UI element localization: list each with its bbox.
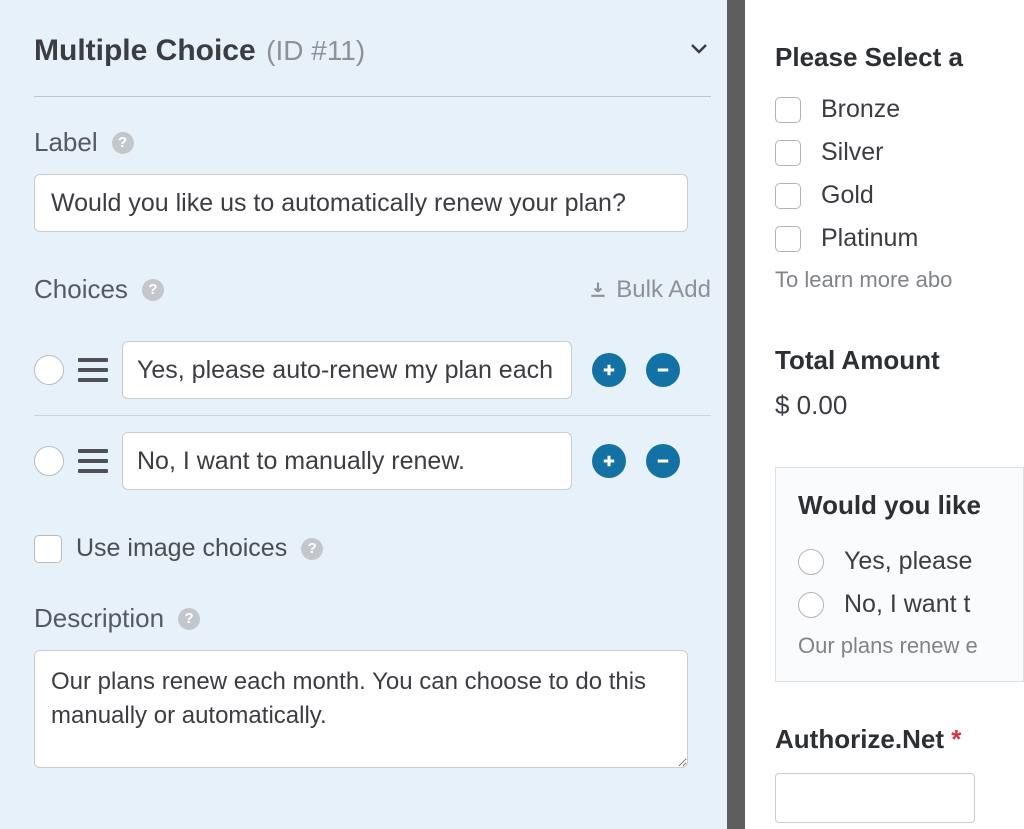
renew-option-label: No, I want t	[844, 590, 970, 619]
remove-choice-button[interactable]	[646, 353, 680, 387]
use-image-choices-checkbox[interactable]	[34, 535, 62, 563]
renew-radio[interactable]	[798, 592, 824, 618]
plan-hint-text: To learn more abo	[775, 267, 1024, 293]
plan-option-label: Bronze	[821, 95, 900, 124]
renew-hint-text: Our plans renew e	[798, 633, 1001, 659]
total-amount-block: Total Amount $ 0.00	[775, 345, 1024, 421]
choice-input[interactable]	[122, 432, 572, 490]
choices-section-header: Choices ? Bulk Add	[34, 274, 711, 305]
authorize-net-block: Authorize.Net *	[775, 724, 1024, 823]
choice-row	[34, 415, 711, 506]
total-amount-label: Total Amount	[775, 345, 1024, 376]
plan-checkbox[interactable]	[775, 140, 801, 166]
label-input[interactable]	[34, 174, 688, 232]
renew-option[interactable]: No, I want t	[798, 590, 1001, 619]
minus-icon	[654, 452, 672, 470]
renew-option-label: Yes, please	[844, 547, 972, 576]
renew-option[interactable]: Yes, please	[798, 547, 1001, 576]
remove-choice-button[interactable]	[646, 444, 680, 478]
plan-option[interactable]: Gold	[775, 181, 1024, 210]
field-title-row: Multiple Choice (ID #11)	[34, 34, 365, 68]
help-icon[interactable]: ?	[142, 279, 164, 301]
help-icon[interactable]: ?	[178, 608, 200, 630]
description-section: Description ?	[34, 603, 711, 773]
description-section-title: Description	[34, 603, 164, 634]
plan-checkbox[interactable]	[775, 183, 801, 209]
total-amount-value: $ 0.00	[775, 390, 1024, 421]
plus-icon	[600, 452, 618, 470]
renew-question-card: Would you like Yes, please No, I want t …	[775, 467, 1024, 682]
plan-checkbox[interactable]	[775, 97, 801, 123]
plan-option[interactable]: Platinum	[775, 224, 1024, 253]
field-id: (ID #11)	[266, 35, 365, 66]
bulk-add-label: Bulk Add	[616, 276, 711, 304]
help-icon[interactable]: ?	[301, 538, 323, 560]
plan-checkbox[interactable]	[775, 226, 801, 252]
download-icon	[588, 280, 608, 300]
label-section-title: Label	[34, 127, 98, 158]
minus-icon	[654, 361, 672, 379]
choices-section-title: Choices	[34, 274, 128, 305]
plus-icon	[600, 361, 618, 379]
plan-option-label: Platinum	[821, 224, 918, 253]
plan-option-label: Gold	[821, 181, 874, 210]
panel-divider	[727, 0, 745, 829]
renew-radio[interactable]	[798, 549, 824, 575]
bulk-add-button[interactable]: Bulk Add	[588, 276, 711, 304]
required-indicator: *	[951, 724, 961, 754]
label-section-header: Label ?	[34, 127, 711, 158]
plan-option[interactable]: Bronze	[775, 95, 1024, 124]
choice-default-radio[interactable]	[34, 355, 64, 385]
plan-select-heading: Please Select a	[775, 42, 1024, 73]
use-image-choices-row: Use image choices ?	[34, 534, 711, 563]
add-choice-button[interactable]	[592, 444, 626, 478]
field-type-label: Multiple Choice	[34, 34, 256, 67]
choice-input[interactable]	[122, 341, 572, 399]
drag-handle-icon[interactable]	[78, 449, 108, 473]
field-header[interactable]: Multiple Choice (ID #11)	[34, 34, 711, 97]
description-textarea[interactable]	[34, 650, 688, 768]
help-icon[interactable]: ?	[112, 132, 134, 154]
plan-option[interactable]: Silver	[775, 138, 1024, 167]
authorize-net-label: Authorize.Net *	[775, 724, 961, 754]
chevron-down-icon[interactable]	[687, 36, 711, 60]
authorize-net-input[interactable]	[775, 773, 975, 823]
plan-option-label: Silver	[821, 138, 884, 167]
use-image-choices-label: Use image choices	[76, 534, 287, 563]
renew-heading: Would you like	[798, 490, 1001, 521]
choices-list	[34, 325, 711, 506]
field-editor-panel: Multiple Choice (ID #11) Label ? Choices…	[0, 0, 745, 829]
form-preview-panel: Please Select a Bronze Silver Gold Plati…	[745, 0, 1024, 829]
drag-handle-icon[interactable]	[78, 358, 108, 382]
choice-default-radio[interactable]	[34, 446, 64, 476]
add-choice-button[interactable]	[592, 353, 626, 387]
choice-row	[34, 325, 711, 415]
